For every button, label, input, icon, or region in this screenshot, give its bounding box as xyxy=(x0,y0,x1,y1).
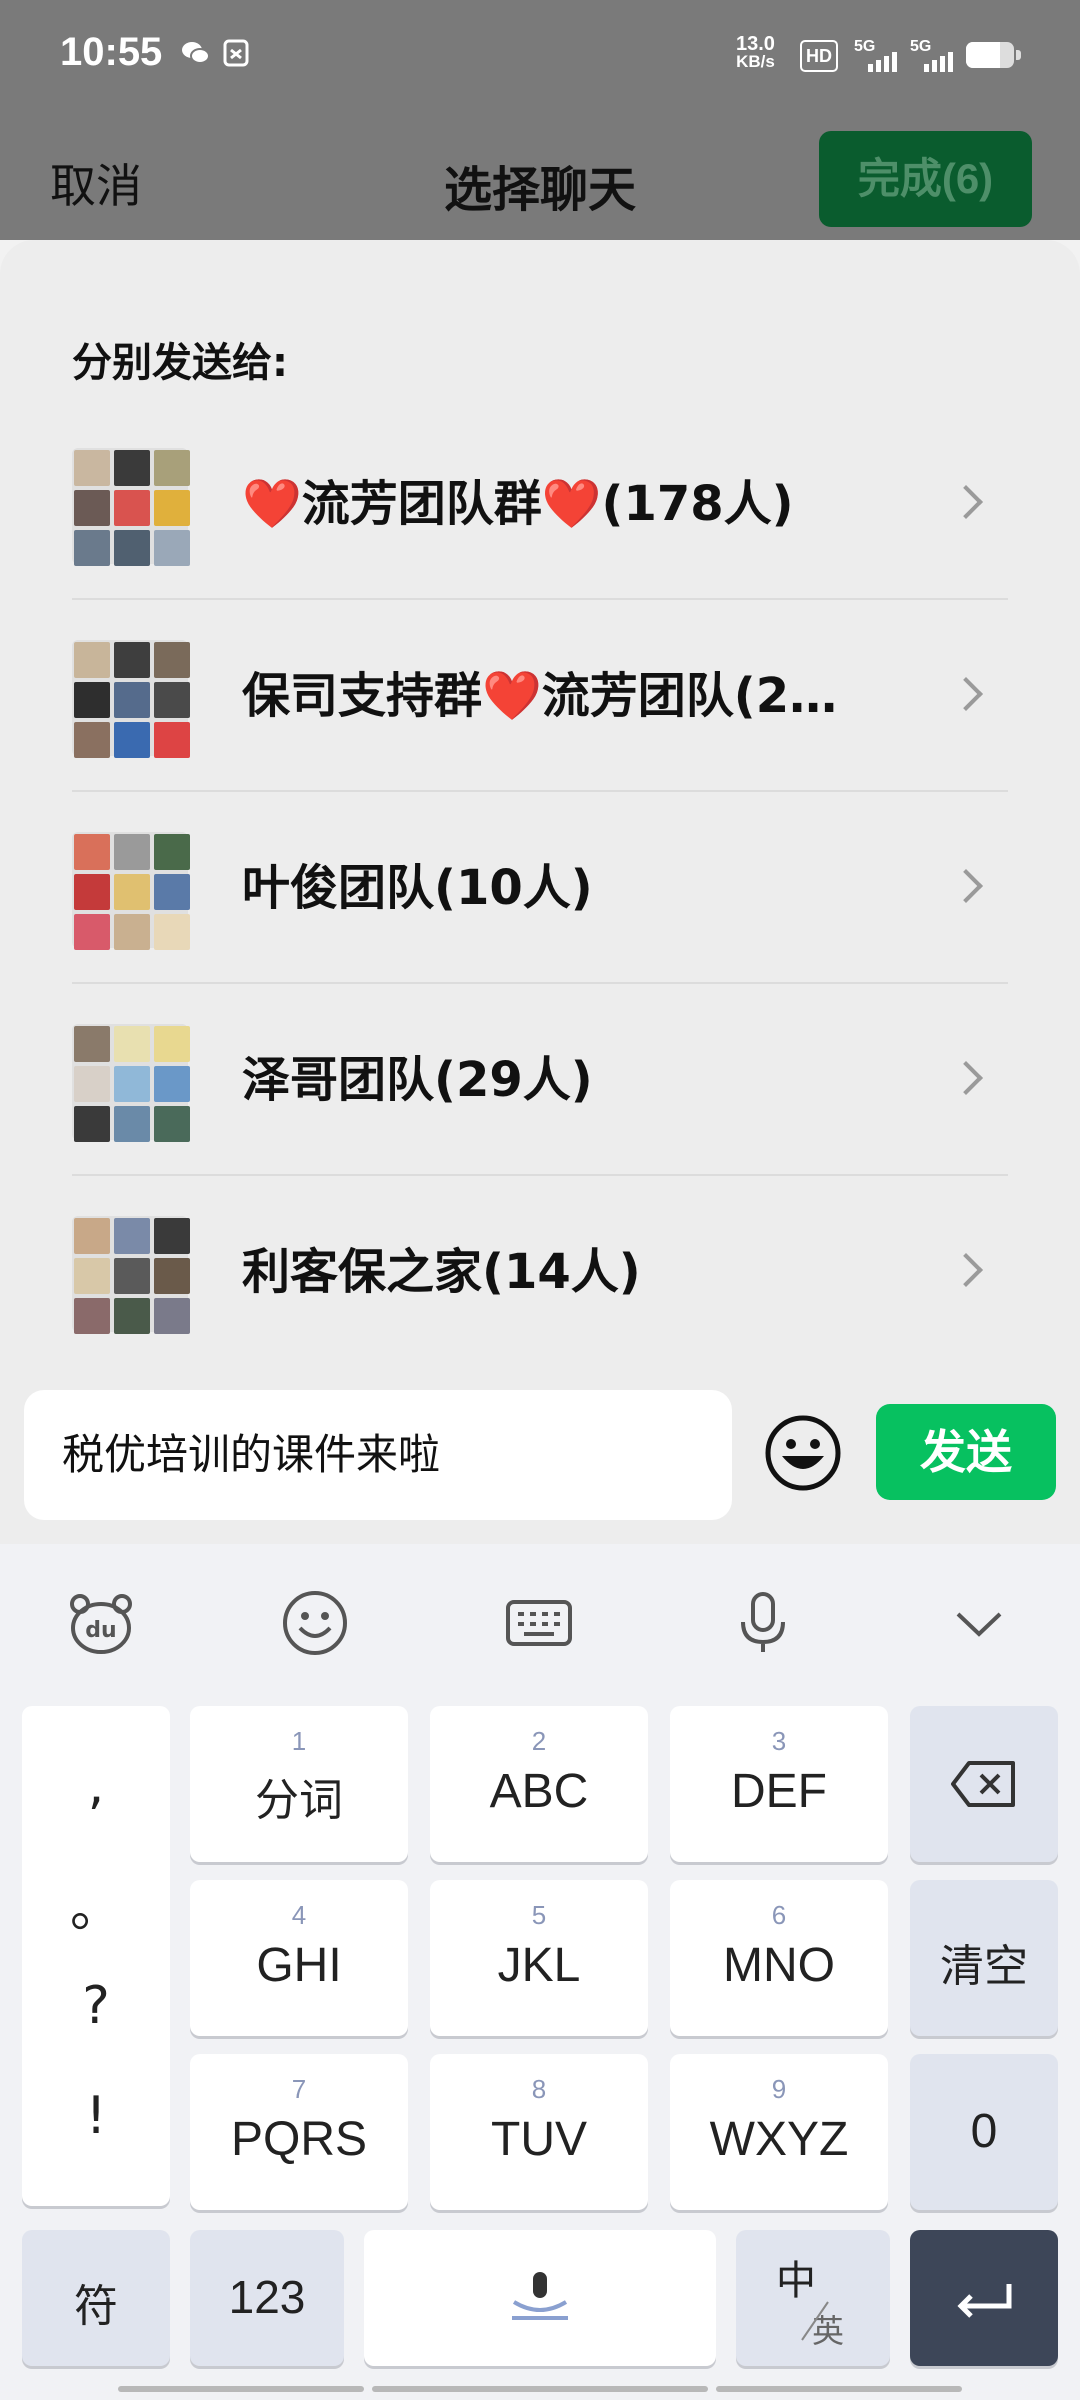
chevron-right-icon xyxy=(949,1061,983,1095)
key-7[interactable]: 7 PQRS xyxy=(190,2054,408,2210)
voice-input-icon xyxy=(512,2272,568,2320)
microphone-icon[interactable] xyxy=(728,1588,798,1658)
wechat-notification-icon xyxy=(182,42,210,64)
status-bar: 10:55 13.0 KB/s HD 5G 5G xyxy=(0,0,1080,110)
message-text: 税优培训的课件来啦 xyxy=(62,1430,441,1479)
chat-name: ❤️流芳团队群❤️(178人) xyxy=(242,476,794,532)
clock: 10:55 xyxy=(60,30,163,74)
signal-icon-sim2: 5G xyxy=(910,38,962,72)
keyboard: du , 。 ? ! 1 分词 2 ABC 3 DEF 4 GHI 5 JKL 6 MNO … xyxy=(0,1544,1080,2400)
group-avatar xyxy=(72,1024,190,1142)
send-button[interactable]: 发送 xyxy=(876,1404,1056,1500)
hd-icon: HD xyxy=(800,40,838,72)
chat-name: 泽哥团队(29人) xyxy=(242,1052,593,1108)
key-6[interactable]: 6 MNO xyxy=(670,1880,888,2036)
battery-icon xyxy=(966,42,1014,68)
svg-text:du: du xyxy=(85,1618,116,1643)
key-9[interactable]: 9 WXYZ xyxy=(670,2054,888,2210)
language-switch-key[interactable]: 中 英 xyxy=(736,2230,890,2366)
period-key[interactable]: 。 xyxy=(22,1866,170,1941)
send-separately-label: 分别发送给: xyxy=(72,340,288,386)
backspace-key[interactable] xyxy=(910,1706,1058,1862)
message-input[interactable]: 税优培训的课件来啦 xyxy=(24,1390,732,1520)
slash-divider xyxy=(801,2301,829,2341)
chat-row[interactable]: 叶俊团队(10人) xyxy=(72,792,1008,984)
battery-tip xyxy=(1016,50,1021,60)
notification-icon xyxy=(223,39,249,67)
group-avatar xyxy=(72,832,190,950)
backspace-icon xyxy=(951,1761,1015,1807)
nav-handle xyxy=(118,2386,364,2392)
group-avatar xyxy=(72,1216,190,1334)
smiley-icon[interactable] xyxy=(280,1588,350,1658)
chevron-right-icon xyxy=(949,485,983,519)
comma-key[interactable]: , xyxy=(22,1756,170,1816)
symbols-key[interactable]: 符 xyxy=(22,2230,170,2366)
chat-row[interactable]: 利客保之家(14人) xyxy=(72,1176,1008,1368)
enter-icon xyxy=(957,2284,1012,2318)
question-key[interactable]: ? xyxy=(22,1976,170,2036)
punctuation-column[interactable]: , 。 ? ! xyxy=(22,1706,170,2206)
baidu-input-logo-icon[interactable]: du xyxy=(66,1588,136,1658)
key-4[interactable]: 4 GHI xyxy=(190,1880,408,2036)
key-1[interactable]: 1 分词 xyxy=(190,1706,408,1862)
chat-row[interactable]: 保司支持群❤️流芳团队(2… xyxy=(72,600,1008,792)
chevron-right-icon xyxy=(949,677,983,711)
chat-name: 保司支持群❤️流芳团队(2… xyxy=(242,668,838,724)
group-avatar xyxy=(72,640,190,758)
chat-row[interactable]: 泽哥团队(29人) xyxy=(72,984,1008,1176)
network-speed: 13.0 KB/s xyxy=(736,33,775,71)
enter-key[interactable] xyxy=(910,2230,1058,2366)
chat-name: 利客保之家(14人) xyxy=(242,1244,641,1300)
chevron-down-icon[interactable] xyxy=(944,1588,1014,1658)
nav-handle xyxy=(372,2386,708,2392)
numbers-key[interactable]: 123 xyxy=(190,2230,344,2366)
chevron-right-icon xyxy=(949,1253,983,1287)
emoji-icon[interactable] xyxy=(764,1414,842,1492)
key-5[interactable]: 5 JKL xyxy=(430,1880,648,2036)
chevron-right-icon xyxy=(949,869,983,903)
chat-name: 叶俊团队(10人) xyxy=(242,860,593,916)
group-avatar xyxy=(72,448,190,566)
done-button[interactable]: 完成(6) xyxy=(819,131,1032,227)
key-2[interactable]: 2 ABC xyxy=(430,1706,648,1862)
signal-icon-sim1: 5G xyxy=(854,38,906,72)
exclamation-key[interactable]: ! xyxy=(22,2086,170,2146)
chat-row[interactable]: ❤️流芳团队群❤️(178人) xyxy=(72,408,1008,600)
clear-key[interactable]: 清空 xyxy=(910,1880,1058,2036)
zero-key[interactable]: 0 xyxy=(910,2054,1058,2210)
nav-handle xyxy=(716,2386,962,2392)
keyboard-icon[interactable] xyxy=(504,1588,574,1658)
send-sheet: 分别发送给: ❤️流芳团队群❤️(178人) 保司支持群❤️流芳团队(2… 叶俊… xyxy=(0,240,1080,1544)
space-key[interactable] xyxy=(364,2230,716,2366)
key-3[interactable]: 3 DEF xyxy=(670,1706,888,1862)
key-8[interactable]: 8 TUV xyxy=(430,2054,648,2210)
